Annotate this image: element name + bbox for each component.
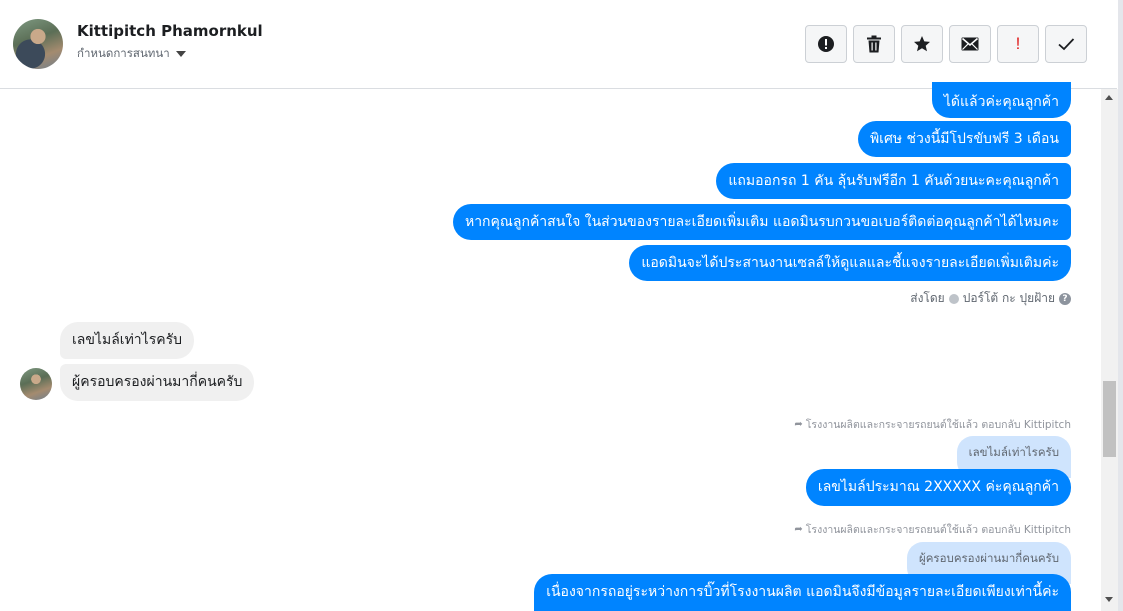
- incoming-message[interactable]: เลขไมล์เท่าไรครับ: [60, 322, 194, 359]
- exclamation-icon: !: [1015, 34, 1021, 53]
- sent-by-name[interactable]: ปอร์โต้ กะ ปุยฝ้าย: [963, 289, 1055, 308]
- outgoing-message[interactable]: ได้แล้วค่ะคุณลูกค้า: [931, 82, 1071, 118]
- reply-message[interactable]: เนื่องจากรถอยู่ระหว่างการบิ๊วที่โรงงานผล…: [534, 574, 1071, 611]
- reply-arrow-icon: ➦: [794, 419, 803, 430]
- scrollbar-thumb[interactable]: [1103, 381, 1116, 457]
- contact-name[interactable]: Kittipitch Phamornkul: [77, 22, 263, 40]
- page-icon: [948, 293, 959, 304]
- reply-note: ➦ โรงงานผลิตและกระจายรถยนต์ใช้แล้ว ตอบกล…: [794, 416, 1071, 433]
- conversation-header: Kittipitch Phamornkul กำหนดการสนทนา !: [0, 0, 1117, 89]
- delete-button[interactable]: [853, 25, 895, 63]
- alert-circle-icon: [818, 36, 834, 52]
- conversation-options-dropdown[interactable]: กำหนดการสนทนา: [77, 45, 186, 63]
- scroll-up-arrow-icon[interactable]: [1105, 95, 1113, 100]
- mark-unread-button[interactable]: [949, 25, 991, 63]
- caret-down-icon: [175, 51, 186, 57]
- scroll-down-arrow-icon[interactable]: [1105, 597, 1113, 602]
- outgoing-message[interactable]: หากคุณลูกค้าสนใจ ในส่วนของรายละเอียดเพิ่…: [452, 204, 1071, 240]
- message-scrollbar[interactable]: [1101, 89, 1118, 611]
- sent-by-info: ส่งโดย ปอร์โต้ กะ ปุยฝ้าย ?: [910, 289, 1071, 308]
- reply-arrow-icon: ➦: [794, 524, 803, 535]
- outgoing-message[interactable]: แถมออกรถ 1 คัน ลุ้นรับฟรีอีก 1 คันด้วยนะ…: [716, 163, 1071, 199]
- conversation-toolbar: !: [805, 25, 1087, 63]
- conversation-options-label: กำหนดการสนทนา: [77, 46, 170, 60]
- reply-note-text: โรงงานผลิตและกระจายรถยนต์ใช้แล้ว ตอบกลับ…: [805, 419, 1071, 431]
- outgoing-message[interactable]: แอดมินจะได้ประสานงานเซลล์ให้ดูแลและชี้แจ…: [629, 245, 1071, 281]
- star-icon: [914, 36, 930, 52]
- follow-up-button[interactable]: !: [997, 25, 1039, 63]
- envelope-icon: [961, 37, 979, 51]
- reply-note: ➦ โรงงานผลิตและกระจายรถยนต์ใช้แล้ว ตอบกล…: [794, 521, 1071, 538]
- outgoing-message[interactable]: พิเศษ ช่วงนี้มีโปรขับฟรี 3 เดือน: [857, 121, 1071, 157]
- contact-avatar-small[interactable]: [20, 368, 52, 400]
- spam-button[interactable]: [805, 25, 847, 63]
- reply-message[interactable]: เลขไมล์ประมาณ 2XXXXX ค่ะคุณลูกค้า: [805, 469, 1071, 506]
- window-edge: [1118, 0, 1123, 611]
- mark-done-button[interactable]: [1045, 25, 1087, 63]
- messenger-conversation: Kittipitch Phamornkul กำหนดการสนทนา ! ได…: [0, 0, 1123, 611]
- contact-avatar[interactable]: [13, 19, 63, 69]
- star-button[interactable]: [901, 25, 943, 63]
- incoming-message[interactable]: ผู้ครอบครองผ่านมากี่คนครับ: [60, 364, 255, 401]
- trash-icon: [867, 35, 881, 53]
- help-icon[interactable]: ?: [1059, 292, 1071, 305]
- reply-note-text: โรงงานผลิตและกระจายรถยนต์ใช้แล้ว ตอบกลับ…: [805, 524, 1071, 536]
- checkmark-icon: [1058, 38, 1075, 51]
- sent-by-prefix: ส่งโดย: [910, 291, 945, 305]
